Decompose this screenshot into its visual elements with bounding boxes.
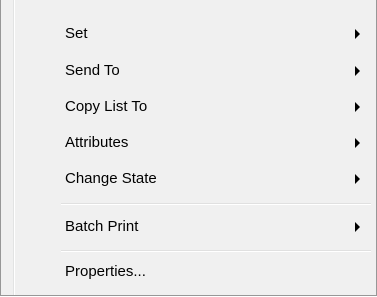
menu-item-change-state[interactable]: Change State <box>15 161 373 197</box>
menu-item-label: Attributes <box>65 134 129 151</box>
submenu-arrow-icon <box>355 29 360 39</box>
menu-separator <box>61 203 371 205</box>
menu-item-label: Properties... <box>65 263 146 280</box>
menu-item-attributes[interactable]: Attributes <box>15 125 373 161</box>
submenu-arrow-icon <box>355 222 360 232</box>
submenu-arrow-icon <box>355 138 360 148</box>
menu-item-label: Send To <box>65 62 120 79</box>
menu-item-batch-print[interactable]: Batch Print <box>15 209 373 245</box>
submenu-arrow-icon <box>355 102 360 112</box>
context-menu: Set Send To Copy List To Attributes Chan… <box>0 0 377 296</box>
submenu-arrow-icon <box>355 66 360 76</box>
menu-item-label: Copy List To <box>65 98 148 115</box>
menu-item-label: Change State <box>65 170 157 187</box>
menu-item-label: Batch Print <box>65 218 139 235</box>
menu-item-set[interactable]: Set <box>15 16 373 52</box>
submenu-arrow-icon <box>355 174 360 184</box>
menu-item-copy-list-to[interactable]: Copy List To <box>15 89 373 125</box>
menu-item-properties[interactable]: Properties... <box>15 254 373 290</box>
menu-separator <box>61 250 371 252</box>
menu-gutter <box>1 0 13 295</box>
menu-item-label: Set <box>65 25 88 42</box>
menu-item-send-to[interactable]: Send To <box>15 53 373 89</box>
